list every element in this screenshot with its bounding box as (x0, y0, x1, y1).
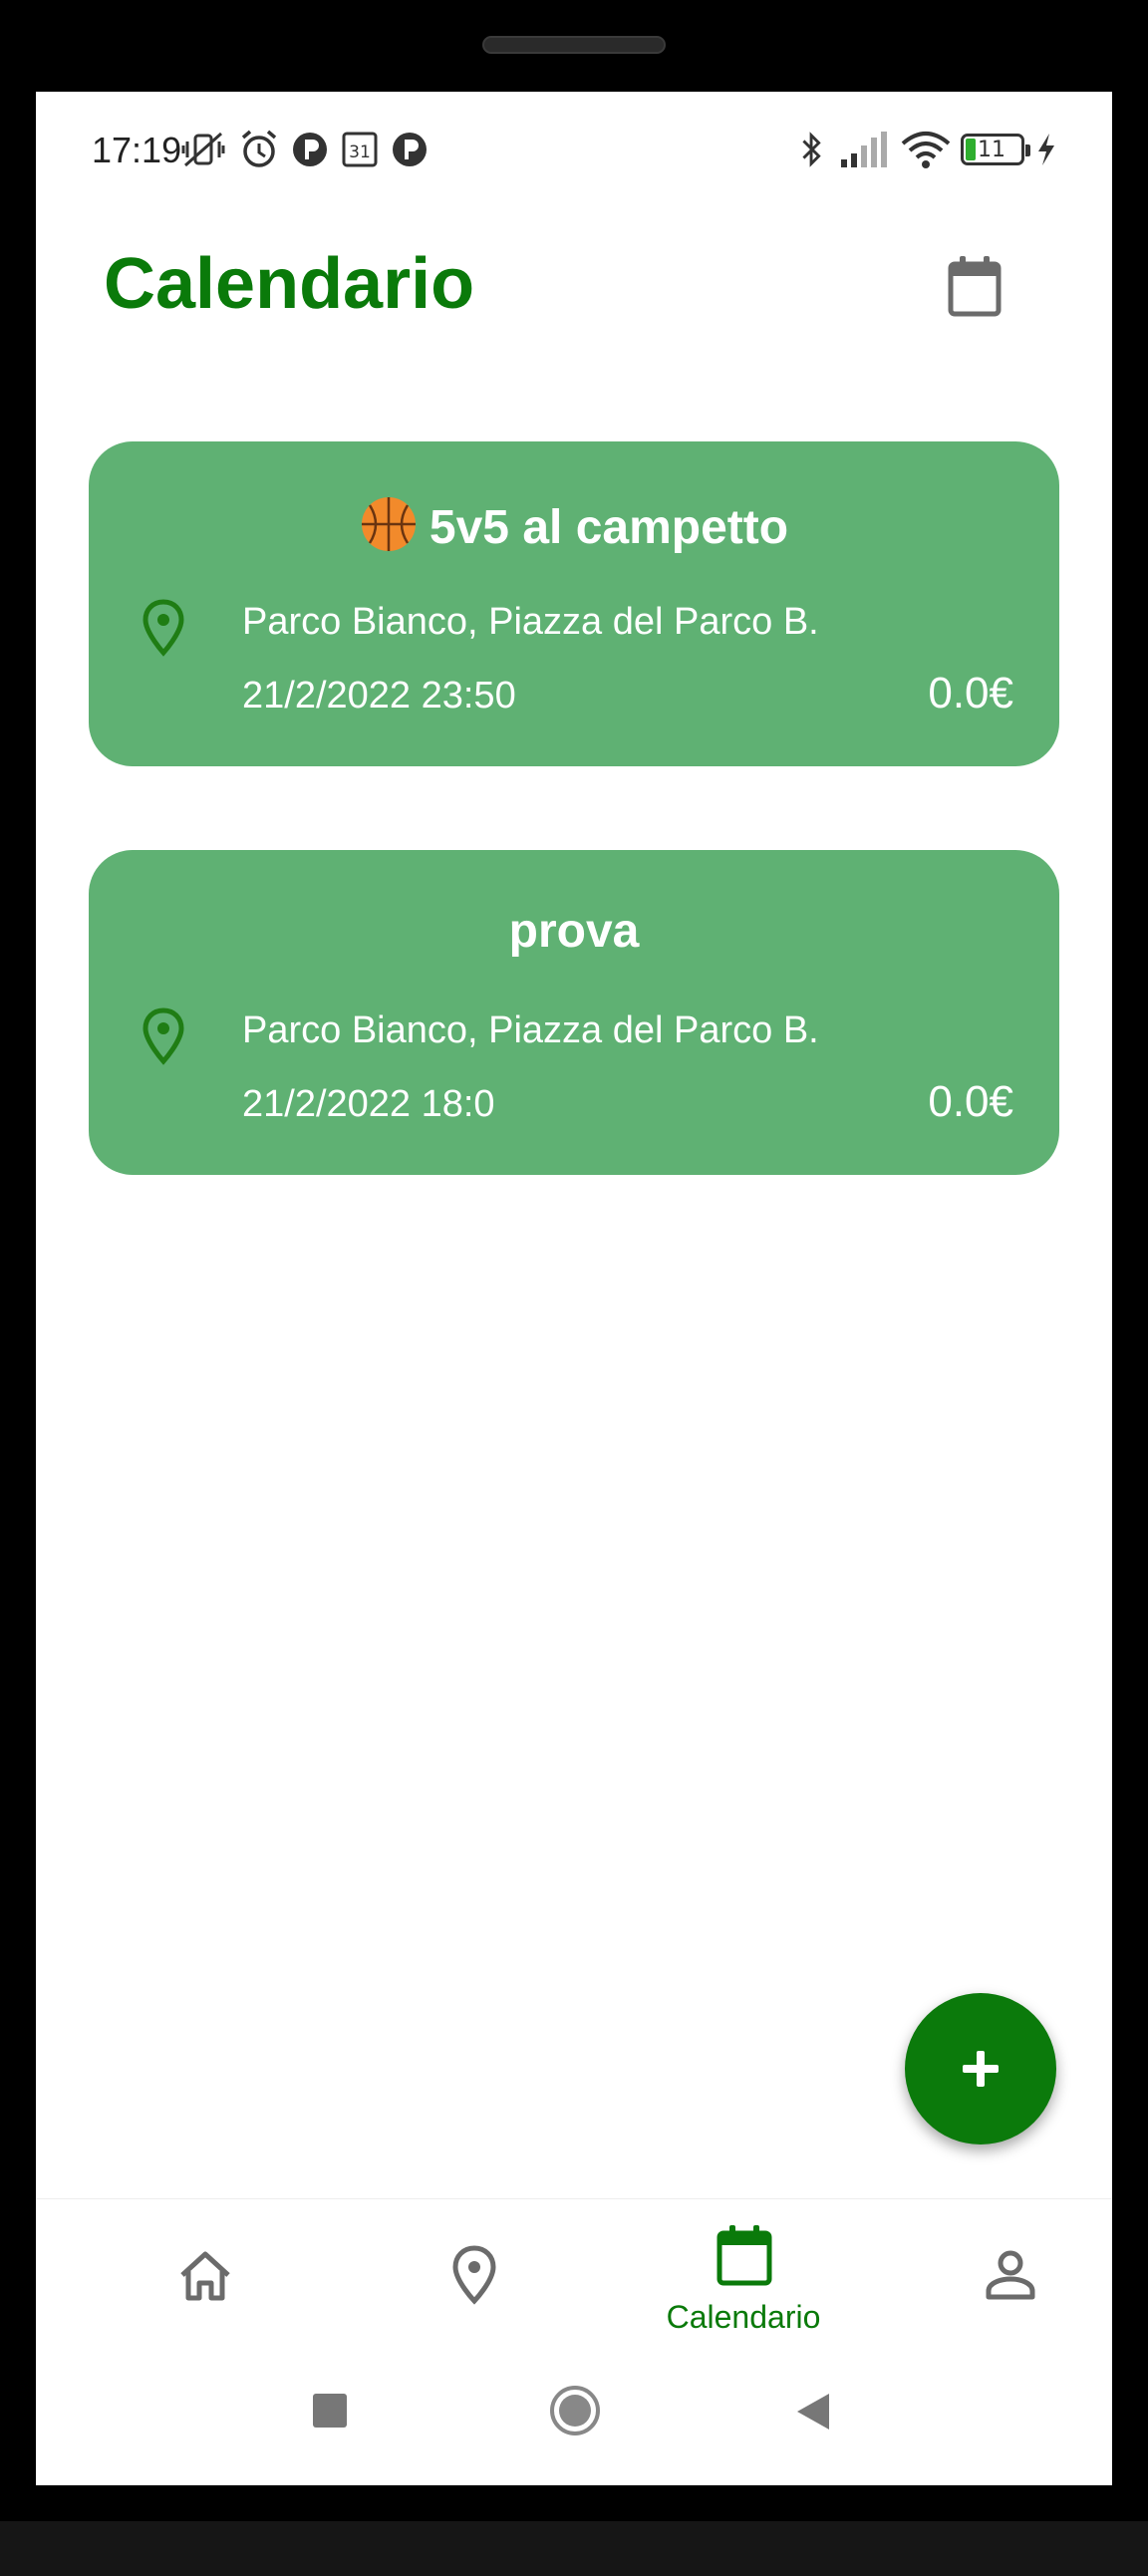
battery-icon: 11 (961, 134, 1030, 165)
plus-icon (963, 2051, 999, 2087)
event-card[interactable]: 5v5 al campetto Parco Bianco, Piazza del… (89, 441, 1059, 766)
event-title-row: 5v5 al campetto (89, 495, 1059, 555)
wifi-icon (901, 132, 951, 168)
event-card[interactable]: prova Parco Bianco, Piazza del Parco B. … (89, 850, 1059, 1175)
map-pin-icon (452, 2245, 496, 2305)
nav-item-calendario[interactable]: Calendario (667, 2199, 820, 2349)
calendar-icon[interactable] (947, 256, 1003, 318)
phone-frame: 17:19 31 11 Calendario 5v5 al campetto P… (0, 0, 1148, 2576)
location-pin-icon (143, 1007, 184, 1065)
back-button[interactable] (795, 2392, 831, 2432)
app-screen: 17:19 31 11 Calendario 5v5 al campetto P… (36, 92, 1112, 2485)
calendar-31-icon: 31 (342, 132, 378, 167)
nav-item-map[interactable] (438, 2199, 510, 2349)
charging-icon (1038, 134, 1054, 165)
battery-level: 11 (978, 138, 1005, 162)
basketball-icon (361, 497, 416, 551)
event-title-row: prova (89, 904, 1059, 959)
event-datetime: 21/2/2022 18:0 (242, 1083, 495, 1125)
earpiece-speaker (482, 36, 666, 54)
add-event-button[interactable] (905, 1993, 1056, 2145)
bluetooth-icon (802, 132, 821, 167)
event-address: Parco Bianco, Piazza del Parco B. (242, 1009, 819, 1051)
event-title: prova (508, 905, 640, 958)
svg-text:31: 31 (349, 143, 371, 162)
alarm-icon (241, 130, 277, 167)
nav-item-profile[interactable] (975, 2199, 1046, 2349)
event-title: 5v5 al campetto (429, 501, 789, 554)
person-icon (986, 2250, 1035, 2300)
location-pin-icon (143, 599, 184, 657)
page-title: Calendario (104, 244, 475, 324)
nav-label-calendario: Calendario (666, 2299, 821, 2335)
status-time: 17:19 (92, 130, 182, 170)
signal-icon (841, 132, 887, 167)
bottom-navigation: Calendario (36, 2198, 1112, 2348)
status-bar: 17:19 31 11 (36, 92, 1112, 211)
phone-bottom-bezel (0, 2521, 1148, 2576)
app-notification-icon (393, 133, 427, 166)
system-navigation-bar (36, 2354, 1112, 2485)
event-price: 0.0€ (928, 1077, 1013, 1126)
event-price: 0.0€ (928, 669, 1013, 717)
home-icon (180, 2251, 230, 2301)
app-notification-icon (293, 133, 327, 166)
calendar-icon (717, 2225, 772, 2286)
home-button[interactable] (550, 2386, 600, 2435)
nav-item-home[interactable] (169, 2199, 241, 2349)
recents-button[interactable] (313, 2394, 347, 2428)
event-address: Parco Bianco, Piazza del Parco B. (242, 601, 819, 643)
mute-vibrate-icon (181, 132, 225, 167)
event-datetime: 21/2/2022 23:50 (242, 675, 516, 716)
